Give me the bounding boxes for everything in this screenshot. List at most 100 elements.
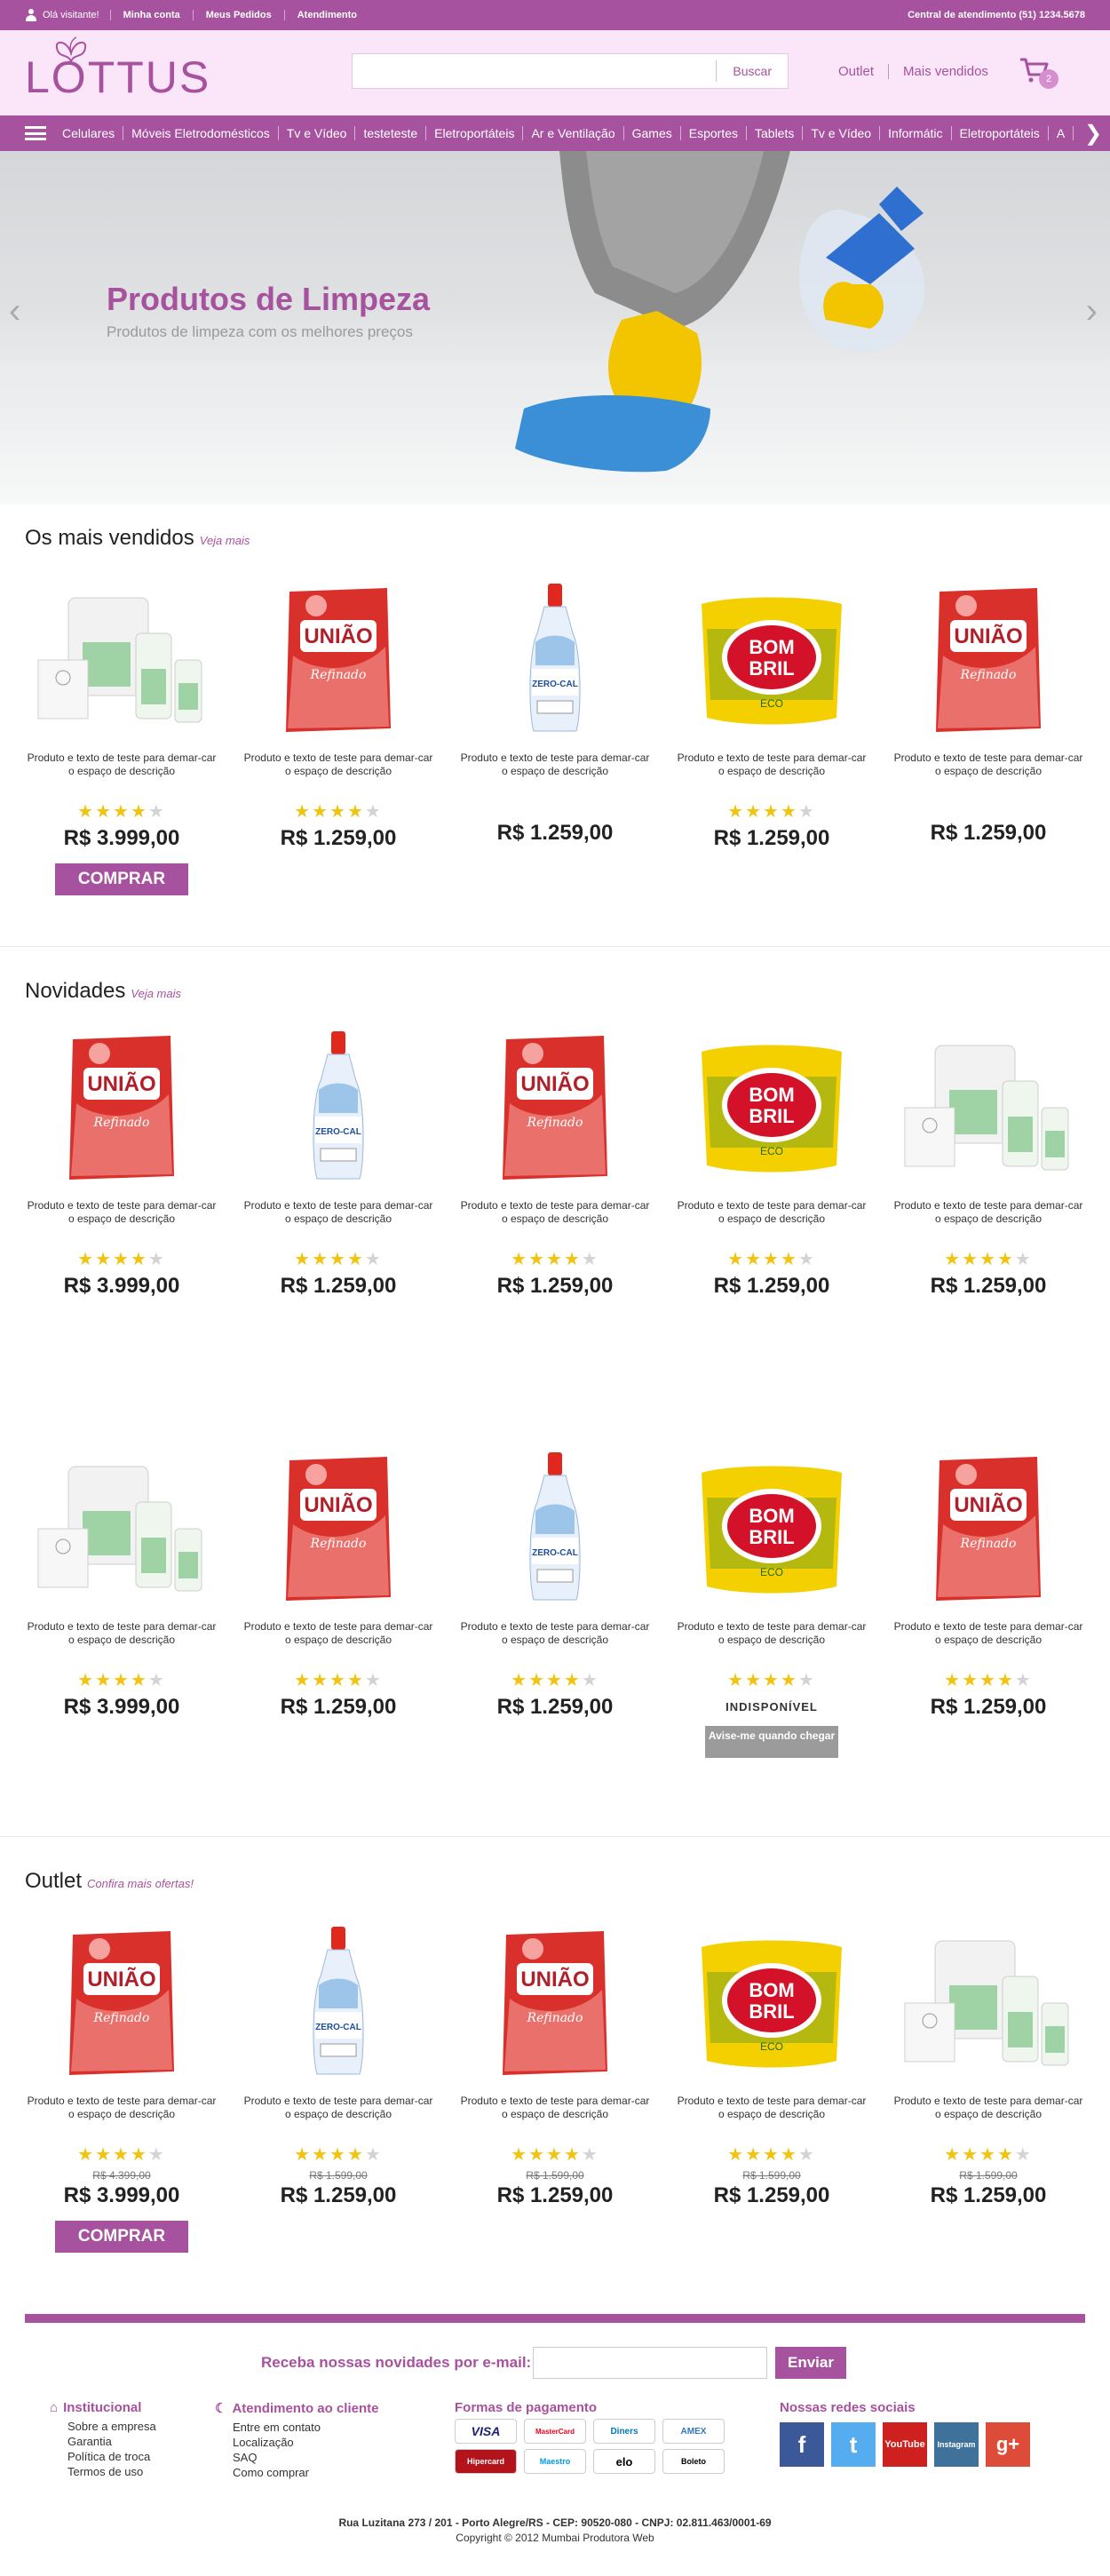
facebook-icon[interactable]: f [780, 2422, 824, 2467]
category-item[interactable]: Esportes [681, 126, 747, 140]
product-card[interactable]: ZERO-CAL Produto e texto de teste para de… [236, 1919, 440, 2208]
category-item[interactable]: Eletroportáteis [426, 126, 524, 140]
product-image[interactable]: ZERO-CAL [453, 1444, 657, 1613]
outlet-link[interactable]: Outlet [824, 64, 890, 79]
category-item[interactable]: Ar e Ventilação [523, 126, 624, 140]
product-card[interactable]: UNIÃO Refinado Produto e texto de teste pa… [453, 1919, 657, 2208]
product-image[interactable]: UNIÃO Refinado [20, 1919, 224, 2087]
product-card[interactable]: ZERO-CAL Produto e texto de teste para de… [236, 1023, 440, 1299]
product-image[interactable]: BOM BRIL ECO [670, 1023, 874, 1192]
product-card[interactable]: Produto e texto de teste para demar-car … [886, 1023, 1090, 1299]
youtube-icon[interactable]: YouTube [883, 2422, 927, 2467]
product-card[interactable]: Produto e texto de teste para demar-car … [20, 576, 224, 895]
category-item[interactable]: Eletroportáteis [952, 126, 1049, 140]
section-more-link[interactable]: Veja mais [131, 987, 181, 1000]
product-image[interactable]: UNIÃO Refinado [20, 1023, 224, 1192]
my-orders-link[interactable]: Meus Pedidos [192, 10, 284, 20]
product-image[interactable]: ZERO-CAL [453, 576, 657, 744]
instagram-icon[interactable]: Instagram [934, 2422, 979, 2467]
product-image[interactable]: UNIÃO Refinado [886, 1444, 1090, 1613]
product-description[interactable]: Produto e texto de teste para demar-car … [20, 2095, 224, 2121]
section-more-link[interactable]: Veja mais [200, 534, 250, 547]
search-button[interactable]: Buscar [716, 60, 788, 82]
product-image[interactable]: UNIÃO Refinado [886, 576, 1090, 744]
footer-link[interactable]: Sobre a empresa [50, 2419, 156, 2434]
category-item[interactable]: Tv e Vídeo [279, 126, 356, 140]
category-item[interactable]: Games [624, 126, 681, 140]
chevron-right-icon[interactable]: › [1086, 293, 1098, 329]
product-card[interactable]: ZERO-CAL Produto e texto de teste para de… [453, 576, 657, 846]
cart-button[interactable]: 2 [1019, 57, 1064, 89]
product-description[interactable]: Produto e texto de teste para demar-car … [453, 751, 657, 778]
support-link[interactable]: Atendimento [283, 10, 369, 20]
footer-link[interactable]: Entre em contato [215, 2420, 378, 2435]
product-image[interactable]: UNIÃO Refinado [453, 1919, 657, 2087]
category-item[interactable]: Móveis Eletrodomésticos [123, 126, 279, 140]
product-description[interactable]: Produto e texto de teste para demar-car … [453, 1199, 657, 1226]
product-image[interactable] [886, 1919, 1090, 2087]
product-description[interactable]: Produto e texto de teste para demar-car … [453, 1620, 657, 1647]
product-image[interactable] [20, 1444, 224, 1613]
product-card[interactable]: UNIÃO Refinado Produto e texto de teste pa… [886, 576, 1090, 846]
category-item[interactable]: Celulares [62, 126, 124, 140]
logo[interactable]: LOTTUS [25, 36, 210, 103]
best-sellers-link[interactable]: Mais vendidos [889, 64, 1003, 79]
product-image[interactable]: BOM BRIL ECO [670, 1444, 874, 1613]
product-description[interactable]: Produto e texto de teste para demar-car … [670, 1199, 874, 1226]
product-description[interactable]: Produto e texto de teste para demar-car … [670, 1620, 874, 1647]
product-card[interactable]: ZERO-CAL Produto e texto de teste para de… [453, 1444, 657, 1720]
product-description[interactable]: Produto e texto de teste para demar-car … [20, 751, 224, 778]
product-image[interactable]: ZERO-CAL [236, 1023, 440, 1192]
menu-icon[interactable] [25, 126, 46, 140]
product-description[interactable]: Produto e texto de teste para demar-car … [20, 1620, 224, 1647]
chevron-left-icon[interactable]: ‹ [9, 293, 20, 329]
my-account-link[interactable]: Minha conta [109, 10, 193, 20]
product-card[interactable]: BOM BRIL ECO Produto e texto de teste para … [670, 1919, 874, 2208]
product-card[interactable]: UNIÃO Refinado Produto e texto de teste pa… [236, 576, 440, 851]
product-description[interactable]: Produto e texto de teste para demar-car … [670, 2095, 874, 2121]
footer-link[interactable]: Localização [215, 2435, 378, 2450]
category-item[interactable]: A [1049, 126, 1074, 140]
google-plus-icon[interactable]: g+ [986, 2422, 1030, 2467]
chevron-right-icon[interactable]: ❯ [1076, 115, 1110, 151]
product-card[interactable]: BOM BRIL ECO Produto e texto de teste para … [670, 1023, 874, 1299]
product-card[interactable]: UNIÃO Refinado Produto e texto de teste pa… [20, 1023, 224, 1299]
product-image[interactable]: UNIÃO Refinado [236, 576, 440, 744]
product-description[interactable]: Produto e texto de teste para demar-car … [236, 2095, 440, 2121]
product-card[interactable]: UNIÃO Refinado Produto e texto de teste pa… [236, 1444, 440, 1720]
product-image[interactable]: BOM BRIL ECO [670, 576, 874, 744]
buy-button[interactable]: COMPRAR [55, 2221, 188, 2253]
product-card[interactable]: Produto e texto de teste para demar-car … [886, 1919, 1090, 2208]
product-description[interactable]: Produto e texto de teste para demar-car … [453, 2095, 657, 2121]
product-card[interactable]: Produto e texto de teste para demar-car … [20, 1444, 224, 1720]
product-image[interactable] [20, 576, 224, 744]
product-card[interactable]: BOM BRIL ECO Produto e texto de teste para … [670, 1444, 874, 1758]
category-item[interactable]: Informátic [880, 126, 952, 140]
product-description[interactable]: Produto e texto de teste para demar-car … [670, 751, 874, 778]
product-card[interactable]: UNIÃO Refinado Produto e texto de teste pa… [453, 1023, 657, 1299]
product-description[interactable]: Produto e texto de teste para demar-car … [886, 2095, 1090, 2121]
notify-me-button[interactable]: Avise-me quando chegar [705, 1726, 838, 1758]
product-image[interactable]: UNIÃO Refinado [236, 1444, 440, 1613]
footer-link[interactable]: SAQ [215, 2450, 378, 2465]
section-more-link[interactable]: Confira mais ofertas! [87, 1877, 194, 1890]
product-description[interactable]: Produto e texto de teste para demar-car … [886, 751, 1090, 778]
search-input[interactable] [353, 54, 717, 88]
category-item[interactable]: Tablets [747, 126, 804, 140]
product-description[interactable]: Produto e texto de teste para demar-car … [236, 751, 440, 778]
footer-link[interactable]: Termos de uso [50, 2464, 156, 2479]
product-image[interactable]: UNIÃO Refinado [453, 1023, 657, 1192]
category-item[interactable]: Tv e Vídeo [803, 126, 881, 140]
product-description[interactable]: Produto e texto de teste para demar-car … [236, 1199, 440, 1226]
product-description[interactable]: Produto e texto de teste para demar-car … [236, 1620, 440, 1647]
newsletter-submit-button[interactable]: Enviar [775, 2347, 846, 2379]
product-card[interactable]: UNIÃO Refinado Produto e texto de teste pa… [886, 1444, 1090, 1720]
product-description[interactable]: Produto e texto de teste para demar-car … [886, 1620, 1090, 1647]
buy-button[interactable]: COMPRAR [55, 863, 188, 895]
footer-link[interactable]: Política de troca [50, 2449, 156, 2464]
product-image[interactable]: ZERO-CAL [236, 1919, 440, 2087]
twitter-icon[interactable]: t [831, 2422, 876, 2467]
product-image[interactable]: BOM BRIL ECO [670, 1919, 874, 2087]
product-description[interactable]: Produto e texto de teste para demar-car … [886, 1199, 1090, 1226]
category-item[interactable]: testeteste [355, 126, 427, 140]
